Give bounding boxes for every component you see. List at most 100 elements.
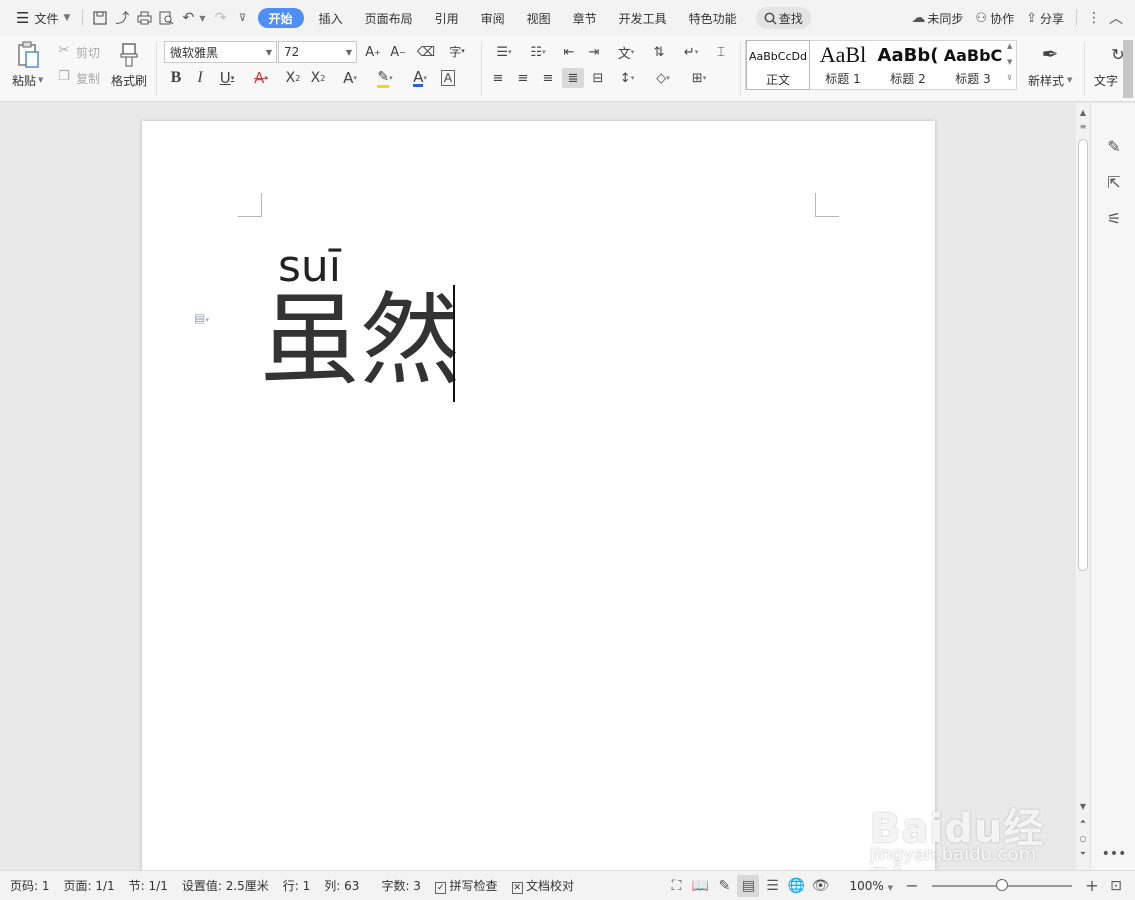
bullet-list-icon[interactable]: ☰ ▾ [489, 42, 519, 62]
zoom-out-icon[interactable]: − [901, 875, 923, 897]
font-color-icon[interactable]: A ▾ [406, 68, 434, 88]
style-normal[interactable]: AaBbCcDd 正文 [746, 40, 810, 90]
save-icon[interactable] [89, 7, 111, 29]
tab-view[interactable]: 视图 [516, 6, 562, 30]
more-options-icon[interactable]: ⋮ [1083, 7, 1105, 29]
zoom-level[interactable]: 100% ▼ [842, 879, 900, 893]
status-page-number[interactable]: 页码: 1 [0, 877, 57, 894]
increase-font-icon[interactable]: A + [363, 42, 383, 62]
paragraph-menu-icon[interactable]: ▤▾ [194, 311, 209, 325]
spell-check-button[interactable]: ✓ 拼写检查 [428, 877, 505, 894]
fullscreen-icon[interactable]: ⛶ [665, 875, 687, 897]
scrollbar-thumb[interactable] [1078, 139, 1088, 571]
bold-icon[interactable]: B [166, 68, 186, 88]
tab-developer[interactable]: 开发工具 [608, 6, 678, 30]
tab-insert[interactable]: 插入 [308, 6, 354, 30]
numbered-list-icon[interactable]: ☷ ▾ [523, 42, 553, 62]
file-menu[interactable]: ☰ 文件 ▼ [10, 6, 76, 30]
ribbon-scrollbar[interactable] [1123, 40, 1133, 98]
tab-chapter[interactable]: 章节 [562, 6, 608, 30]
superscript-icon[interactable]: X2 [282, 68, 304, 88]
line-spacing-icon[interactable]: ↕ ▾ [612, 68, 642, 88]
prev-page-icon[interactable]: ⏶ [1078, 817, 1088, 827]
justify-icon[interactable]: ≣ [562, 68, 584, 88]
subscript-icon[interactable]: X2 [307, 68, 329, 88]
table-tabs-icon[interactable]: ⌶ [710, 42, 732, 62]
search-button[interactable]: 查找 [755, 7, 811, 29]
fit-page-icon[interactable]: ⊡ [1105, 875, 1127, 897]
outline-view-icon[interactable]: ☰ [761, 875, 783, 897]
scroll-up-icon[interactable]: ▲ [1078, 107, 1088, 117]
strikethrough-icon[interactable]: A ▾ [248, 68, 274, 88]
sort-icon[interactable]: ⇅ [648, 42, 670, 62]
undo-icon[interactable]: ↶ [177, 7, 199, 29]
next-page-icon[interactable]: ⏷ [1078, 849, 1088, 859]
web-view-icon[interactable]: 🌐 [785, 875, 807, 897]
share-button[interactable]: ⇪ 分享 [1020, 6, 1070, 30]
highlight-icon[interactable]: ✎ ▾ [370, 68, 400, 88]
status-setting-value[interactable]: 设置值: 2.5厘米 [175, 877, 276, 894]
format-painter-label[interactable]: 格式刷 [111, 72, 147, 89]
more-icon[interactable]: ••• [1102, 843, 1127, 865]
italic-icon[interactable]: I [190, 68, 210, 88]
font-size-select[interactable]: 72 ▼ [278, 41, 357, 63]
font-name-select[interactable]: 微软雅黑 ▼ [164, 41, 277, 63]
redo-icon[interactable]: ↷ [210, 7, 232, 29]
styles-scroll-up-icon[interactable]: ▲ [1007, 42, 1012, 50]
borders-icon[interactable]: ⊞ ▾ [684, 68, 714, 88]
tab-special-features[interactable]: 特色功能 [678, 6, 748, 30]
eye-protection-icon[interactable]: 👁 [809, 875, 831, 897]
vertical-scrollbar[interactable]: ▲ ≡ ▼ ⏶ ○ ⏷ [1076, 103, 1090, 870]
styles-more-icon[interactable]: ⊽ [1007, 74, 1012, 82]
export-icon[interactable]: ⤴ [111, 7, 133, 29]
new-style-dropdown-icon[interactable]: ▼ [1067, 76, 1072, 84]
styles-scroll-down-icon[interactable]: ▼ [1007, 58, 1012, 66]
style-heading-2[interactable]: AaBb( 标题 2 [876, 40, 940, 90]
tab-page-layout[interactable]: 页面布局 [354, 6, 424, 30]
chinese-layout-icon[interactable]: 文 ▾ [611, 42, 641, 62]
align-left-icon[interactable]: ≡ [487, 68, 509, 88]
zoom-in-icon[interactable]: + [1081, 875, 1103, 897]
doc-proofread-button[interactable]: ✕ 文档校对 [505, 877, 582, 894]
align-right-icon[interactable]: ≡ [537, 68, 559, 88]
tab-references[interactable]: 引用 [424, 6, 470, 30]
undo-dropdown-icon[interactable]: ▼ [199, 14, 205, 23]
shading-icon[interactable]: ◇ ▾ [648, 68, 678, 88]
scroll-down-icon[interactable]: ▼ [1078, 801, 1088, 811]
underline-icon[interactable]: U ▾ [214, 68, 240, 88]
select-browse-icon[interactable]: ○ [1078, 833, 1088, 843]
decrease-indent-icon[interactable]: ⇤ [558, 42, 580, 62]
settings-sliders-icon[interactable]: ⚟ [1103, 207, 1125, 229]
reading-mode-icon[interactable]: 📖 [689, 875, 711, 897]
align-center-icon[interactable]: ≡ [512, 68, 534, 88]
style-heading-3[interactable]: AaBbC 标题 3 [941, 40, 1005, 90]
eraser-icon[interactable]: ⌫ [416, 42, 436, 62]
collaborate-button[interactable]: ⚇ 协作 [969, 6, 1020, 30]
document-body-text[interactable]: 虽然 [260, 281, 460, 401]
pointer-icon[interactable]: ⇱ [1103, 171, 1125, 193]
status-section[interactable]: 节: 1/1 [122, 877, 175, 894]
zoom-slider[interactable] [932, 878, 1072, 891]
show-marks-icon[interactable]: ↵ ▾ [676, 42, 706, 62]
print-icon[interactable] [133, 7, 155, 29]
tab-review[interactable]: 审阅 [470, 6, 516, 30]
phonetic-guide-icon[interactable]: 字 ▾ [443, 40, 471, 62]
text-tool-label[interactable]: 文字 [1094, 72, 1118, 89]
document-page[interactable]: ▤▾ suī 虽然 [142, 121, 935, 870]
copy-label[interactable]: 复制 [76, 70, 100, 87]
paste-icon[interactable] [14, 40, 44, 70]
status-page-count[interactable]: 页面: 1/1 [57, 877, 122, 894]
paste-dropdown-icon[interactable]: ▼ [38, 76, 43, 84]
new-style-icon[interactable]: ✒ [1036, 40, 1064, 68]
print-preview-icon[interactable] [155, 7, 177, 29]
format-painter-icon[interactable] [116, 40, 142, 70]
distribute-icon[interactable]: ⊟ [587, 68, 609, 88]
new-style-label[interactable]: 新样式 [1028, 72, 1064, 89]
scroll-top-icon[interactable]: ≡ [1078, 121, 1088, 131]
text-effect-icon[interactable]: A ▾ [336, 68, 364, 88]
status-word-count[interactable]: 字数: 3 [374, 877, 428, 894]
tab-home[interactable]: 开始 [257, 8, 304, 28]
page-view-icon[interactable]: ▤ [737, 874, 760, 897]
writing-mode-icon[interactable]: ✎ [713, 875, 735, 897]
style-heading-1[interactable]: AaBl 标题 1 [811, 40, 875, 90]
